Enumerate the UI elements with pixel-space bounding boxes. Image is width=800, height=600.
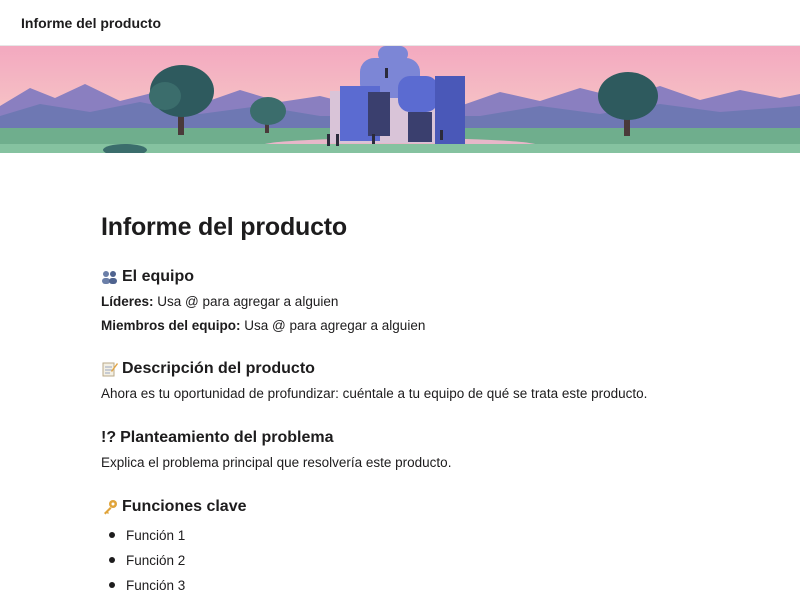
- team-heading: El equipo: [101, 266, 761, 288]
- description-section: Descripción del producto Ahora es tu opo…: [101, 358, 761, 406]
- features-heading-text: Funciones clave: [122, 498, 247, 515]
- features-heading: Funciones clave: [101, 496, 761, 518]
- problem-text[interactable]: Explica el problema principal que resolv…: [101, 451, 761, 475]
- description-text[interactable]: Ahora es tu oportunidad de profundizar: …: [101, 382, 761, 406]
- list-item[interactable]: Función 1: [101, 523, 761, 548]
- landscape-with-building-illustration: [0, 46, 800, 153]
- members-value: Usa @ para agregar a alguien: [240, 318, 426, 333]
- list-item[interactable]: Función 2: [101, 548, 761, 573]
- header-banner: [0, 46, 800, 153]
- key-icon: [101, 499, 118, 516]
- document-title: Informe del producto: [101, 213, 348, 241]
- description-heading: Descripción del producto: [101, 358, 761, 380]
- leaders-value: Usa @ para agregar a alguien: [153, 294, 339, 309]
- problem-heading-text: Planteamiento del problema: [120, 429, 334, 446]
- problem-heading: !? Planteamiento del problema: [101, 427, 761, 449]
- top-bar: Informe del producto: [0, 0, 800, 46]
- team-heading-text: El equipo: [122, 268, 194, 285]
- team-section: El equipo Líderes: Usa @ para agregar a …: [101, 266, 761, 338]
- members-line[interactable]: Miembros del equipo: Usa @ para agregar …: [101, 314, 761, 338]
- problem-section: !? Planteamiento del problema Explica el…: [101, 427, 761, 475]
- people-icon: [101, 269, 118, 286]
- canvas-title: Informe del producto: [21, 14, 161, 31]
- features-section: Funciones clave Función 1 Función 2 Func…: [101, 496, 761, 598]
- features-list: Función 1 Función 2 Función 3: [101, 523, 761, 598]
- description-heading-text: Descripción del producto: [122, 360, 315, 377]
- leaders-label: Líderes:: [101, 294, 154, 309]
- memo-icon: [101, 361, 118, 378]
- members-label: Miembros del equipo:: [101, 318, 241, 333]
- leaders-line[interactable]: Líderes: Usa @ para agregar a alguien: [101, 290, 761, 314]
- interrobang-icon: !?: [101, 429, 117, 446]
- list-item[interactable]: Función 3: [101, 573, 761, 598]
